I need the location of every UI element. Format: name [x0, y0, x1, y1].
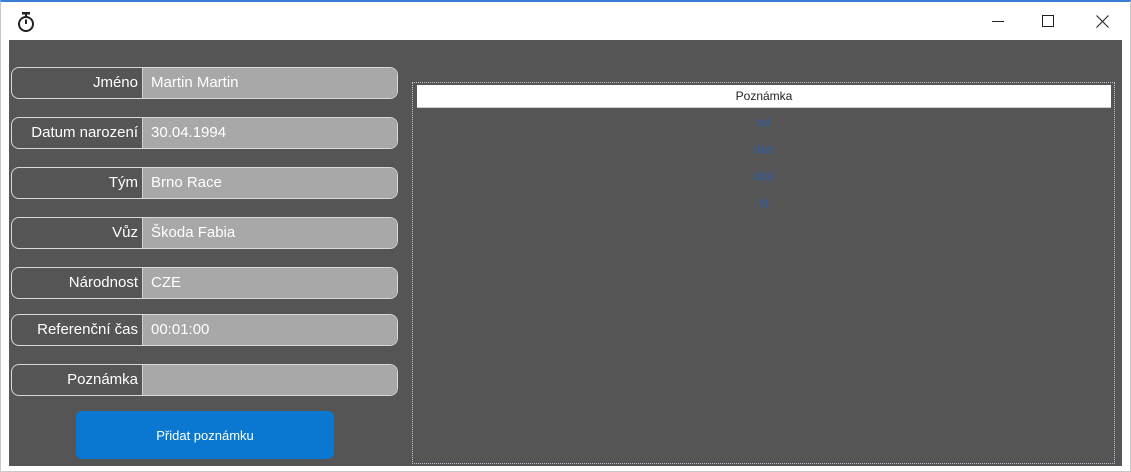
reference-time-field[interactable]: 00:01:00: [142, 315, 397, 345]
close-button[interactable]: [1079, 2, 1125, 40]
minimize-button[interactable]: [975, 2, 1021, 40]
reference-time-label: Referenční čas: [37, 321, 138, 338]
name-field[interactable]: Martin Martin: [142, 68, 397, 98]
list-item[interactable]: ddd: [417, 163, 1111, 190]
list-item[interactable]: das: [417, 136, 1111, 163]
team-field[interactable]: Brno Race: [142, 168, 397, 198]
note-label: Poznámka: [67, 371, 138, 388]
maximize-icon: [1042, 15, 1054, 27]
team-row: Tým Brno Race: [11, 167, 398, 199]
car-field[interactable]: Škoda Fabia: [142, 218, 397, 248]
note-row: Poznámka: [11, 364, 398, 396]
nationality-label: Národnost: [68, 274, 138, 291]
notes-column-header[interactable]: Poznámka: [417, 85, 1111, 108]
list-item[interactable]: sd: [417, 109, 1111, 136]
notes-list-panel[interactable]: Poznámka sd das ddd fd: [412, 82, 1115, 464]
minimize-icon: [992, 21, 1004, 22]
app-window: Jméno Martin Martin Datum narození 30.04…: [0, 0, 1131, 472]
add-note-button[interactable]: Přidat poznámku: [76, 411, 334, 459]
maximize-button[interactable]: [1025, 2, 1071, 40]
birthdate-row: Datum narození 30.04.1994: [11, 117, 398, 149]
reference-time-row: Referenční čas 00:01:00: [11, 314, 398, 346]
name-row: Jméno Martin Martin: [11, 67, 398, 99]
list-item[interactable]: fd: [417, 190, 1111, 217]
name-label: Jméno: [92, 74, 138, 91]
stopwatch-icon: [18, 12, 34, 32]
title-bar[interactable]: [1, 2, 1130, 40]
nationality-row: Národnost CZE: [11, 267, 398, 299]
birthdate-field[interactable]: 30.04.1994: [142, 118, 397, 148]
car-label: Vůz: [112, 224, 138, 241]
note-field[interactable]: [142, 365, 397, 395]
notes-list: sd das ddd fd: [417, 109, 1111, 217]
main-content: Jméno Martin Martin Datum narození 30.04…: [9, 40, 1122, 466]
car-row: Vůz Škoda Fabia: [11, 217, 398, 249]
nationality-field[interactable]: CZE: [142, 268, 397, 298]
close-icon: [1095, 14, 1109, 28]
birthdate-label: Datum narození: [31, 124, 138, 141]
team-label: Tým: [108, 174, 138, 191]
